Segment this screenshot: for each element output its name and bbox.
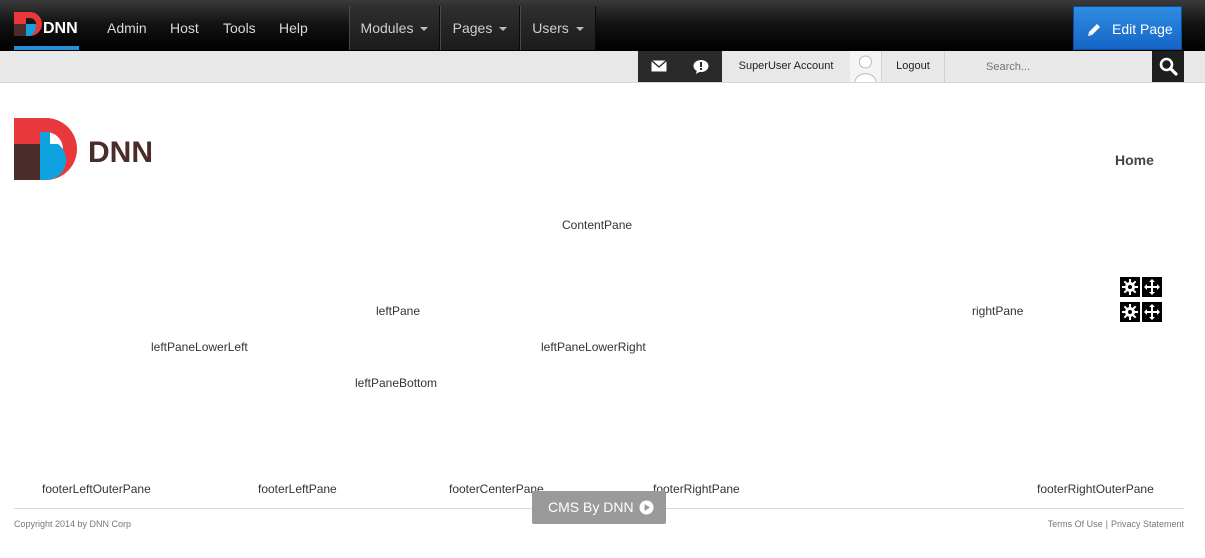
menu-modules-label: Modules [360, 20, 414, 36]
module-settings-button[interactable] [1120, 302, 1140, 322]
user-bar: SuperUser Account Logout [0, 51, 1205, 83]
svg-text:DNN: DNN [43, 20, 78, 37]
footer-links: Terms Of Use | Privacy Statement [1048, 519, 1184, 529]
edit-page-button[interactable]: Edit Page [1073, 6, 1182, 50]
notification-icon [693, 60, 709, 74]
nav-tools[interactable]: Tools [223, 0, 256, 50]
avatar-icon [854, 55, 877, 83]
envelope-icon [651, 60, 667, 72]
search-button[interactable] [1152, 51, 1184, 82]
nav-admin[interactable]: Admin [107, 0, 147, 50]
notifications-button[interactable] [680, 51, 722, 82]
avatar[interactable] [850, 51, 882, 83]
privacy-link[interactable]: Privacy Statement [1111, 519, 1184, 529]
caret-down-icon [575, 27, 584, 32]
move-icon [1144, 304, 1160, 320]
footer-center-pane: footerCenterPane [449, 482, 544, 496]
left-pane-bottom: leftPaneBottom [355, 376, 438, 390]
edit-page-label: Edit Page [1112, 21, 1173, 37]
terms-link[interactable]: Terms Of Use [1048, 519, 1103, 529]
control-panel-bar: DNN Admin Host Tools Help Modules Pages … [0, 0, 1205, 51]
pencil-icon [1088, 24, 1100, 36]
module-move-button[interactable] [1142, 277, 1162, 297]
module-move-button[interactable] [1142, 302, 1162, 322]
module-actions [1120, 277, 1162, 297]
left-pane-lower-left: leftPaneLowerLeft [151, 340, 248, 354]
footer-right-pane: footerRightPane [653, 482, 740, 496]
dnn-logo-icon[interactable]: DNN [14, 12, 78, 42]
site-logo[interactable]: DNN [14, 118, 184, 181]
footer-left-outer-pane: footerLeftOuterPane [42, 482, 151, 496]
search-icon [1159, 57, 1178, 76]
messages-button[interactable] [638, 51, 680, 82]
menu-pages-label: Pages [452, 20, 493, 36]
move-icon [1144, 279, 1160, 295]
active-indicator [14, 46, 79, 50]
cms-badge-label: CMS By DNN [548, 499, 634, 515]
caret-down-icon [499, 27, 508, 32]
user-account-link[interactable]: SuperUser Account [722, 51, 851, 82]
logout-link[interactable]: Logout [882, 51, 945, 82]
nav-host[interactable]: Host [170, 0, 199, 50]
gear-icon [1122, 279, 1138, 295]
copyright-text: Copyright 2014 by DNN Corp [14, 519, 132, 529]
gear-icon [1122, 304, 1138, 320]
logo-text: DNN [88, 136, 153, 169]
cms-by-dnn-badge[interactable]: CMS By DNN [532, 491, 666, 524]
left-pane: leftPane [376, 304, 421, 318]
footer-left-pane: footerLeftPane [258, 482, 337, 496]
menu-users-label: Users [532, 20, 569, 36]
nav-help[interactable]: Help [279, 0, 308, 50]
dnn-logo-icon [14, 118, 77, 180]
menu-users[interactable]: Users [520, 6, 596, 50]
menu-pages[interactable]: Pages [440, 6, 520, 50]
module-settings-button[interactable] [1120, 277, 1140, 297]
right-pane: rightPane [972, 304, 1024, 318]
menu-modules[interactable]: Modules [349, 6, 440, 50]
content-pane: ContentPane [562, 218, 633, 232]
left-pane-lower-right: leftPaneLowerRight [541, 340, 646, 354]
play-circle-icon [639, 500, 654, 515]
footer-right-outer-pane: footerRightOuterPane [1037, 482, 1154, 496]
module-actions [1120, 302, 1162, 322]
footer-separator: | [1105, 519, 1108, 529]
caret-down-icon [420, 27, 429, 32]
nav-home[interactable]: Home [1115, 152, 1154, 168]
search-input[interactable] [976, 52, 1152, 81]
